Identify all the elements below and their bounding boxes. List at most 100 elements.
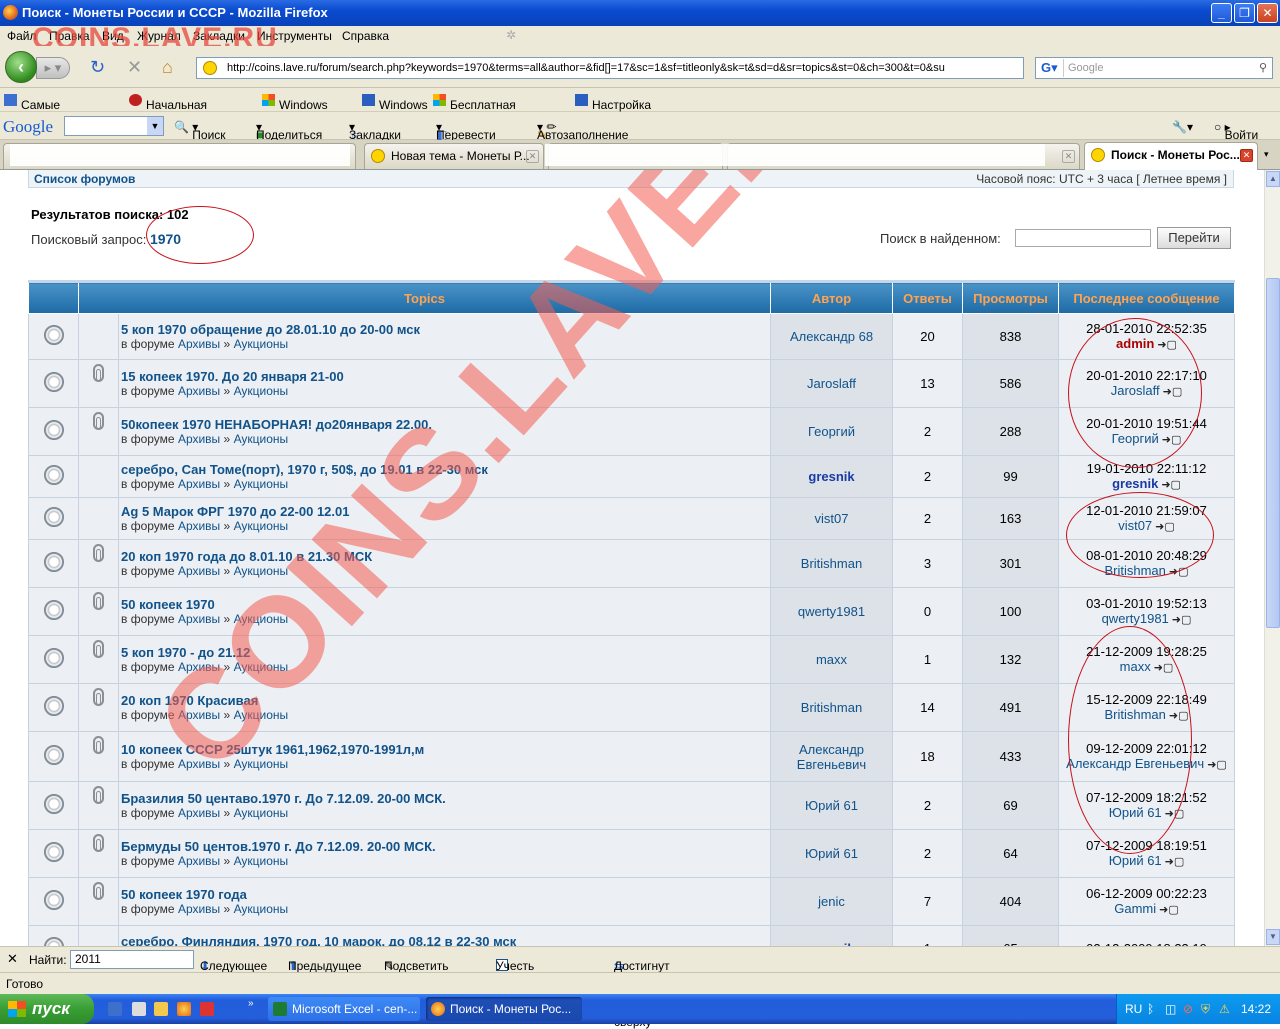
search-input[interactable]: G▾ Google ⚲ (1035, 57, 1273, 79)
topic-title-link[interactable]: Бермуды 50 центов.1970 г. До 7.12.09. 20… (121, 839, 770, 854)
minimize-button[interactable]: _ (1211, 3, 1232, 23)
tab-close-icon[interactable]: ✕ (526, 150, 539, 163)
bookmark-customize-links[interactable]: Настройка ссылок (575, 93, 651, 126)
goto-post-icon[interactable]: ➜▢ (1161, 478, 1181, 493)
forum-archive-link[interactable]: Архивы (178, 477, 220, 491)
bookmark-home-page[interactable]: Начальная страница (129, 93, 207, 126)
url-bar[interactable]: http://coins.lave.ru/forum/search.php?ke… (196, 57, 1024, 79)
last-post-author-link[interactable]: Юрий 61 (1109, 853, 1162, 868)
tab-close-icon[interactable]: ✕ (1240, 149, 1253, 162)
quicklaunch-folder-icon[interactable] (154, 1002, 168, 1016)
header-last-post[interactable]: Последнее сообщение (1058, 280, 1235, 314)
back-button[interactable]: ‹ (5, 51, 37, 83)
scroll-thumb[interactable] (1266, 278, 1280, 628)
author-link[interactable]: qwerty1981 (798, 604, 865, 619)
quicklaunch-ie-icon[interactable] (108, 1002, 122, 1016)
topic-title-link[interactable]: Бразилия 50 центаво.1970 г. До 7.12.09. … (121, 791, 770, 806)
goto-post-icon[interactable]: ➜▢ (1172, 613, 1192, 628)
forum-auctions-link[interactable]: Аукционы (234, 384, 289, 398)
chevron-down-icon[interactable]: ▼ (147, 117, 163, 135)
magnifier-icon[interactable]: ⚲ (1259, 58, 1267, 78)
goto-post-icon[interactable]: ➜▢ (1165, 855, 1185, 870)
clock[interactable]: 14:22 (1241, 1002, 1271, 1016)
forum-archive-link[interactable]: Архивы (178, 564, 220, 578)
wrench-icon[interactable]: 🔧▾ (1172, 120, 1193, 134)
author-link[interactable]: Георгий (808, 424, 855, 439)
stop-icon[interactable]: ✕ (127, 58, 142, 76)
last-post-author-link[interactable]: Gammi (1114, 901, 1156, 916)
maximize-button[interactable]: ❐ (1234, 3, 1255, 23)
tray-security-icon[interactable]: ⚠ (1219, 1002, 1230, 1016)
google-search-button[interactable]: 🔍 Поиск ▾ (174, 120, 226, 142)
topic-title-link[interactable]: 50 копеек 1970 года (121, 887, 770, 902)
quicklaunch-firefox-icon[interactable] (177, 1002, 191, 1016)
start-button[interactable]: пуск (0, 994, 94, 1024)
google-engine-icon[interactable]: G▾ (1038, 59, 1064, 77)
bookmark-free-mail[interactable]: Бесплатная почта H... (433, 93, 516, 126)
header-views[interactable]: Просмотры (962, 280, 1059, 314)
scroll-up-icon[interactable]: ▲ (1266, 171, 1280, 187)
forum-auctions-link[interactable]: Аукционы (234, 902, 289, 916)
forum-archive-link[interactable]: Архивы (178, 384, 220, 398)
language-indicator[interactable]: RU (1125, 1002, 1142, 1016)
tab-search-active[interactable]: Поиск - Монеты Рос... ✕ (1084, 142, 1258, 170)
tab-close-icon[interactable]: ✕ (1062, 150, 1075, 163)
forum-archive-link[interactable]: Архивы (178, 432, 220, 446)
tray-antivirus-icon[interactable]: ⊘ (1183, 1002, 1193, 1016)
google-autofill-button[interactable]: ✎ Автозаполнение ▾ ✏ (537, 120, 628, 142)
scroll-down-icon[interactable]: ▼ (1266, 929, 1280, 945)
forum-archive-link[interactable]: Архивы (178, 806, 220, 820)
forum-archive-link[interactable]: Архивы (178, 519, 220, 533)
header-author[interactable]: Автор (770, 280, 893, 314)
tab-new-topic[interactable]: Новая тема - Монеты Р... ✕ (364, 143, 544, 169)
google-translate-button[interactable]: ◧ Перевести ▾ (436, 120, 496, 142)
menu-help[interactable]: Справка (342, 29, 389, 43)
topic-title-link[interactable]: 5 коп 1970 обращение до 28.01.10 до 20-0… (121, 322, 770, 337)
forum-auctions-link[interactable]: Аукционы (234, 806, 289, 820)
forum-auctions-link[interactable]: Аукционы (234, 432, 289, 446)
tray-bluetooth-icon[interactable]: ᛒ (1147, 1002, 1154, 1016)
last-post-author-link[interactable]: qwerty1981 (1102, 611, 1169, 626)
author-link[interactable]: Юрий 61 (805, 798, 858, 813)
home-icon[interactable]: ⌂ (162, 58, 173, 76)
goto-post-icon[interactable]: ➜▢ (1159, 903, 1179, 918)
author-link[interactable]: Britishman (801, 556, 862, 571)
forward-button[interactable]: ▸ ▾ (36, 57, 70, 79)
author-link[interactable]: vist07 (815, 511, 849, 526)
quicklaunch-app-icon[interactable] (200, 1002, 214, 1016)
forum-archive-link[interactable]: Архивы (178, 337, 220, 351)
findbar-close-icon[interactable]: ✕ (7, 951, 18, 967)
bookmark-windows-media[interactable]: Windows Media (262, 93, 328, 126)
author-link[interactable]: Jaroslaff (807, 376, 856, 391)
tray-shield-icon[interactable]: ⛨ (1201, 1002, 1210, 1017)
search-in-results-input[interactable] (1015, 229, 1151, 247)
google-login-button[interactable]: ○ Войти ▸ (1214, 120, 1258, 142)
quicklaunch-more-icon[interactable]: » (248, 998, 254, 1009)
author-link[interactable]: gresnik (808, 469, 854, 484)
task-excel[interactable]: Microsoft Excel - cen-... (268, 997, 420, 1021)
forum-auctions-link[interactable]: Аукционы (234, 854, 289, 868)
google-share-button[interactable]: ■ Поделиться ▾ (256, 120, 322, 142)
quicklaunch-notepad-icon[interactable] (132, 1002, 146, 1016)
google-search-field[interactable]: ▼ (64, 116, 164, 136)
bookmark-most-visited[interactable]: Самые популярные (4, 93, 89, 126)
forum-archive-link[interactable]: Архивы (178, 902, 220, 916)
reload-icon[interactable]: ↻ (90, 58, 105, 76)
author-link[interactable]: jenic (818, 894, 845, 909)
forum-list-link[interactable]: Список форумов (34, 172, 135, 186)
last-post-author-link[interactable]: gresnik (1112, 476, 1158, 491)
author-link[interactable]: Александр 68 (790, 329, 873, 344)
tab-list-icon[interactable]: ▾ (1264, 149, 1269, 160)
topic-title-link[interactable]: серебро, Финляндия, 1970 год, 10 марок, … (121, 934, 770, 946)
author-link[interactable]: Юрий 61 (805, 846, 858, 861)
find-input[interactable]: 2011 (70, 950, 194, 969)
forum-auctions-link[interactable]: Аукционы (234, 477, 289, 491)
forum-auctions-link[interactable]: Аукционы (234, 337, 289, 351)
go-button[interactable]: Перейти (1157, 227, 1231, 249)
bookmark-windows[interactable]: Windows (362, 93, 428, 112)
task-firefox[interactable]: Поиск - Монеты Рос... (426, 997, 582, 1021)
close-button[interactable]: ✕ (1257, 3, 1278, 23)
author-link[interactable]: maxx (816, 652, 847, 667)
vertical-scrollbar[interactable]: ▲ ▼ (1264, 170, 1280, 946)
header-replies[interactable]: Ответы (892, 280, 963, 314)
